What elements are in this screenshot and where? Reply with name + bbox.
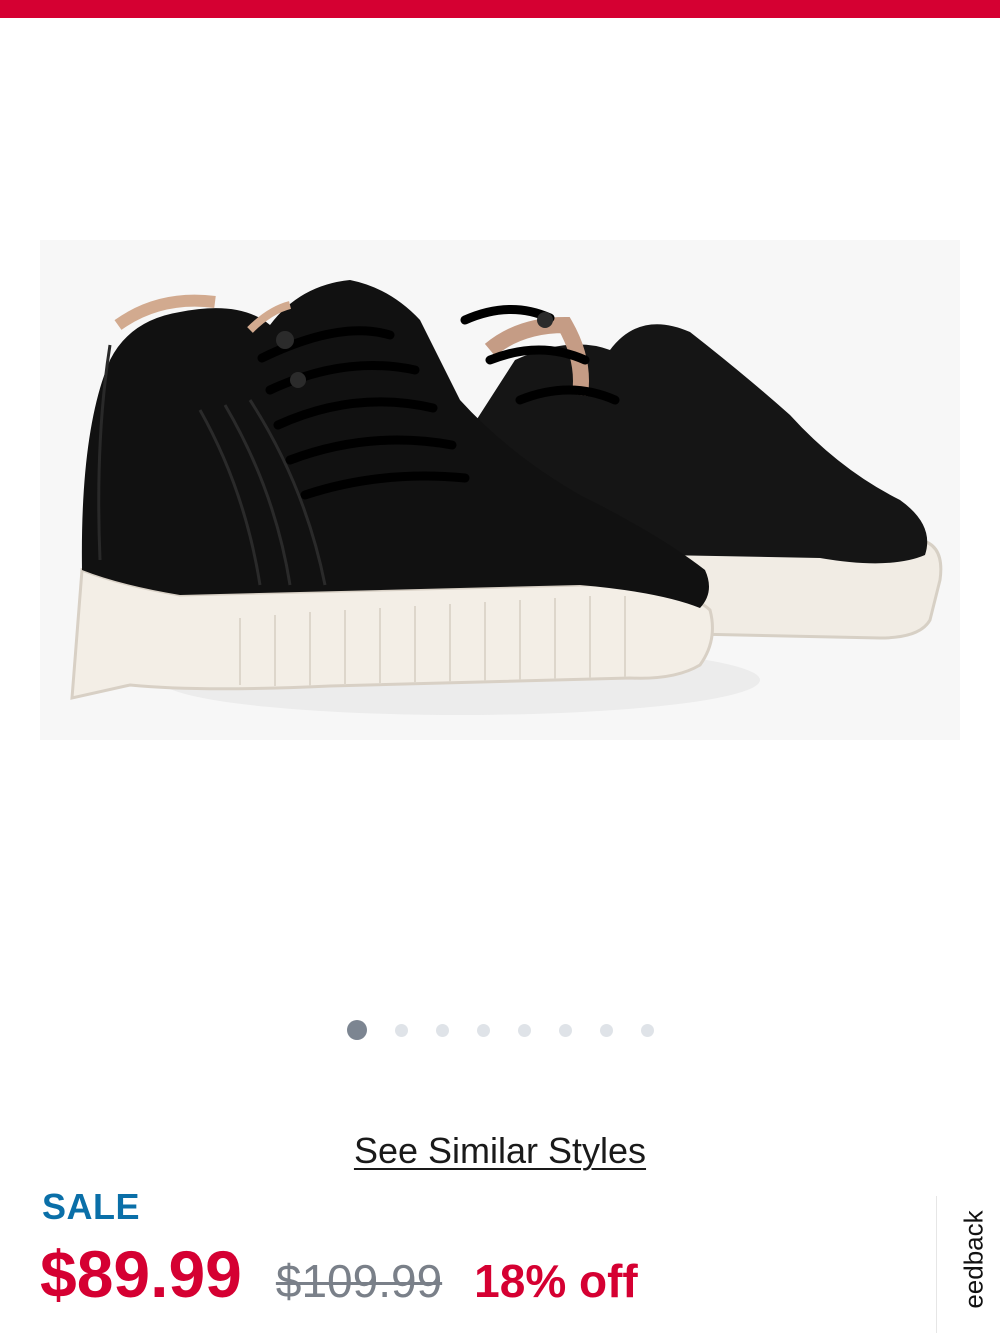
original-price: $109.99	[275, 1255, 443, 1307]
carousel-dot[interactable]	[476, 1023, 490, 1037]
product-image	[40, 240, 960, 740]
carousel-dot[interactable]	[517, 1023, 531, 1037]
top-accent-bar	[0, 0, 1000, 18]
carousel-dot[interactable]	[435, 1023, 449, 1037]
current-price: $89.99	[40, 1237, 242, 1311]
feedback-label: eedback	[958, 1210, 989, 1309]
carousel-dot[interactable]	[599, 1023, 613, 1037]
carousel-dot[interactable]	[558, 1023, 572, 1037]
sale-label: SALE	[42, 1186, 141, 1227]
see-similar-styles-link[interactable]: See Similar Styles	[0, 1130, 1000, 1172]
carousel-dot[interactable]	[394, 1023, 408, 1037]
product-page: See Similar Styles SALE $89.99 $109.99 1…	[0, 0, 1000, 1333]
carousel-dot[interactable]	[346, 1020, 367, 1040]
feedback-tab[interactable]: eedback	[936, 1196, 1000, 1333]
discount-badge: 18% off	[474, 1255, 638, 1307]
carousel-pagination	[0, 1018, 1000, 1042]
carousel-dot[interactable]	[640, 1023, 654, 1037]
price-row: $89.99 $109.99 18% off	[40, 1236, 638, 1311]
product-image-carousel[interactable]	[0, 18, 1000, 1008]
